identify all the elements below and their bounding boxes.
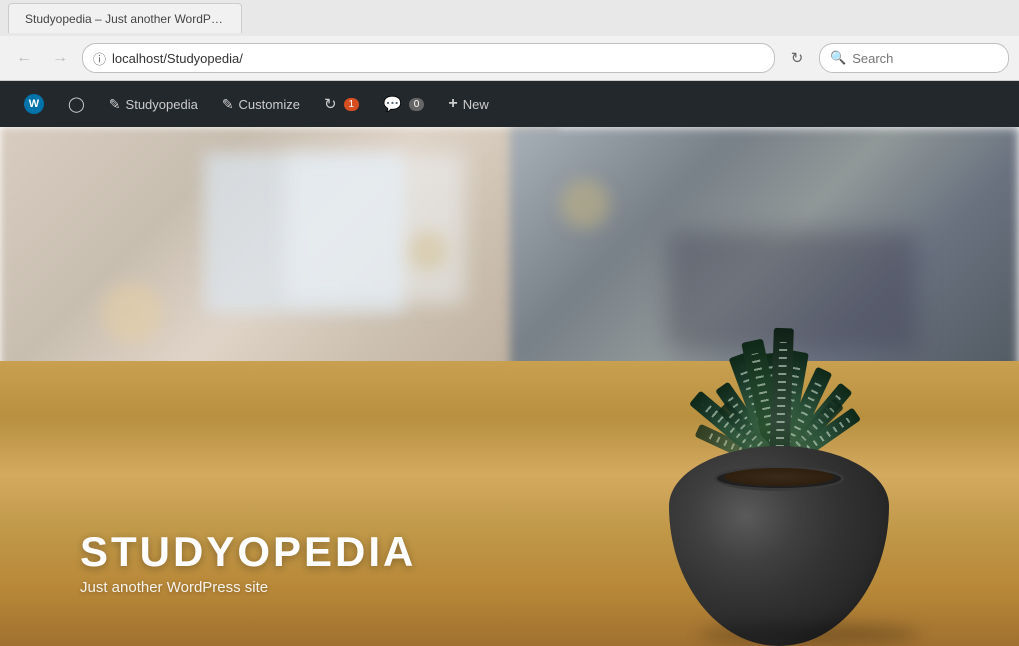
tab-bar: Studyopedia – Just another WordPress sit… xyxy=(0,0,1019,36)
search-icon: 🔍 xyxy=(830,50,846,66)
back-icon: ← xyxy=(16,49,32,67)
reload-icon: ↻ xyxy=(791,49,804,67)
customize-icon: ✎ xyxy=(222,96,234,113)
new-button[interactable]: + New xyxy=(436,81,500,127)
address-input[interactable] xyxy=(112,51,764,66)
address-bar-wrapper: ⓘ xyxy=(82,43,775,73)
updates-icon: ↻ xyxy=(324,95,337,113)
bokeh-2 xyxy=(408,231,448,271)
bg-window2 xyxy=(285,153,465,303)
plant-pot xyxy=(619,196,939,646)
comments-button[interactable]: 💬 0 xyxy=(371,81,436,127)
bokeh-3 xyxy=(560,179,610,229)
browser-tab[interactable]: Studyopedia – Just another WordPress sit… xyxy=(8,3,242,33)
forward-button[interactable]: → xyxy=(46,44,74,72)
plant-stems xyxy=(679,218,879,478)
site-title-overlay: STUDYOPEDIA Just another WordPress site xyxy=(80,531,416,596)
wp-logo-icon: W xyxy=(24,94,44,114)
updates-badge: 1 xyxy=(344,98,360,111)
comments-badge: 0 xyxy=(409,98,425,111)
customize-label: Customize xyxy=(239,97,300,112)
search-bar-wrapper: 🔍 xyxy=(819,43,1009,73)
hero-section: STUDYOPEDIA Just another WordPress site xyxy=(0,127,1019,646)
paint-icon: ✎ xyxy=(109,96,121,113)
tab-label: Studyopedia – Just another WordPress sit… xyxy=(25,12,225,26)
site-tagline: Just another WordPress site xyxy=(80,579,416,596)
browser-chrome: Studyopedia – Just another WordPress sit… xyxy=(0,0,1019,81)
comments-icon: 💬 xyxy=(383,95,402,113)
pot-soil xyxy=(724,468,834,486)
plus-icon: + xyxy=(448,95,457,113)
pot-shadow xyxy=(699,624,919,644)
site-name-button[interactable]: ✎ Studyopedia xyxy=(97,81,210,127)
customize-button[interactable]: ✎ Customize xyxy=(210,81,312,127)
site-name-label: Studyopedia xyxy=(126,97,198,112)
info-icon[interactable]: ⓘ xyxy=(93,49,106,68)
back-button[interactable]: ← xyxy=(10,44,38,72)
forward-icon: → xyxy=(52,49,68,67)
bokeh-1 xyxy=(102,283,162,343)
search-input[interactable] xyxy=(852,51,1019,66)
address-bar-row: ← → ⓘ ↻ 🔍 xyxy=(0,36,1019,80)
site-title: STUDYOPEDIA xyxy=(80,531,416,573)
wp-logo-button[interactable]: W xyxy=(12,81,56,127)
updates-button[interactable]: ↻ 1 xyxy=(312,81,371,127)
wp-admin-bar: W ◯ ✎ Studyopedia ✎ Customize ↻ 1 💬 0 + … xyxy=(0,81,1019,127)
dashboard-icon: ◯ xyxy=(68,95,85,113)
dashboard-icon-item[interactable]: ◯ xyxy=(56,81,97,127)
reload-button[interactable]: ↻ xyxy=(783,44,811,72)
new-label: New xyxy=(463,97,489,112)
